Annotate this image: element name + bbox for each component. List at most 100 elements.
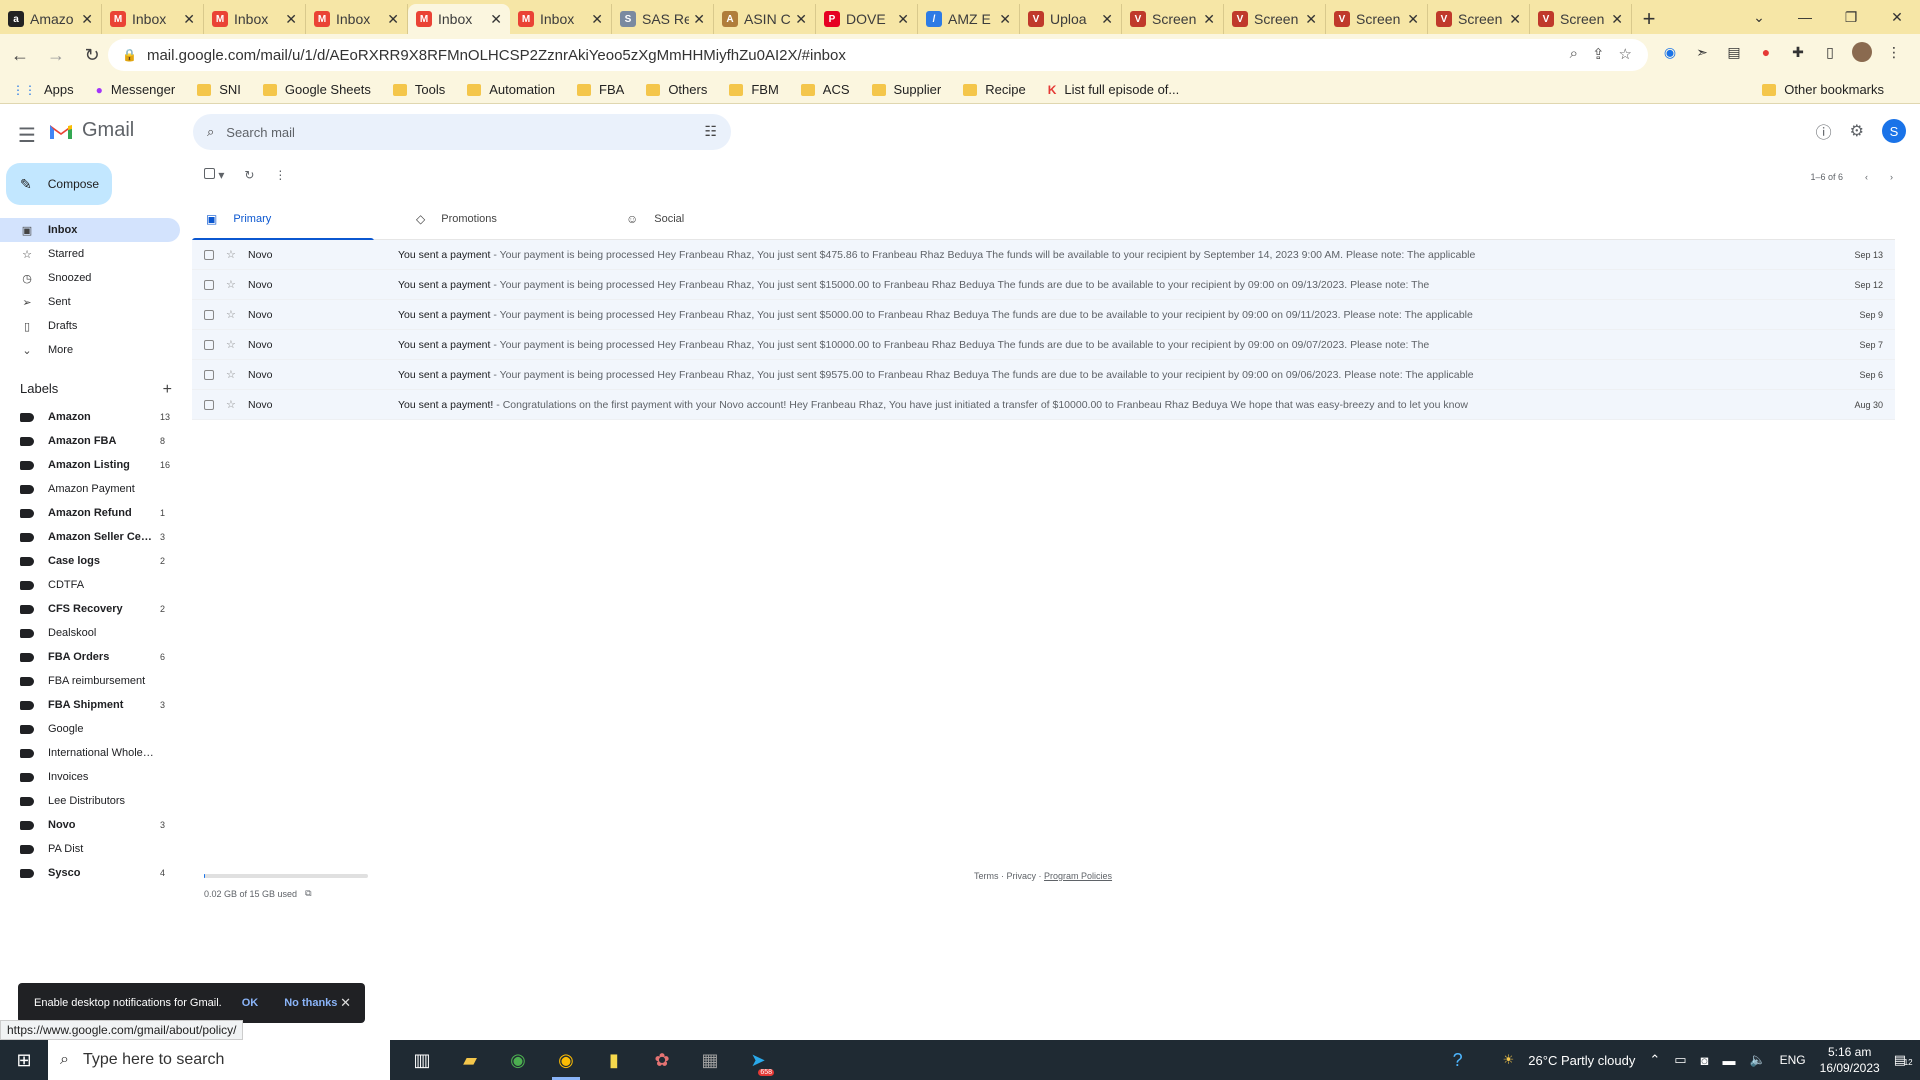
program-policies-link[interactable]: Program Policies	[1044, 871, 1112, 881]
main-menu-icon[interactable]: ☰	[18, 123, 36, 148]
reload-button[interactable]: ↻	[76, 39, 108, 71]
label-item[interactable]: Amazon Seller Cen... 3	[0, 525, 180, 549]
bookmark-folder[interactable]: Others	[646, 82, 707, 97]
close-tab-icon[interactable]: ✕	[1203, 11, 1215, 28]
browser-tab[interactable]: V Screen ✕	[1428, 4, 1530, 34]
row-checkbox[interactable]	[204, 279, 214, 290]
label-item[interactable]: Amazon Refund 1	[0, 501, 180, 525]
browser-tab[interactable]: V Uploa ✕	[1020, 4, 1122, 34]
extension-opera-icon[interactable]: ●	[1756, 42, 1776, 62]
nav-item-snoozed[interactable]: ◷ Snoozed	[0, 266, 180, 290]
notification-center-icon[interactable]: ▤ 12	[1894, 1052, 1913, 1068]
browser-tab[interactable]: M Inbox ✕	[510, 4, 612, 34]
row-checkbox[interactable]	[204, 309, 214, 320]
chevron-up-icon[interactable]: ⌃	[1649, 1052, 1660, 1068]
taskbar-search-input[interactable]: ⌕ Type here to search	[48, 1040, 390, 1080]
label-item[interactable]: Lee Distributors	[0, 789, 180, 813]
lock-icon[interactable]: 🔒	[122, 48, 137, 62]
bookmark-messenger[interactable]: ● Messenger	[96, 82, 176, 97]
back-button[interactable]: ←	[4, 39, 36, 71]
close-tab-icon[interactable]: ✕	[1407, 11, 1419, 28]
label-item[interactable]: International Wholesale	[0, 741, 180, 765]
close-tab-icon[interactable]: ✕	[387, 11, 399, 28]
network-icon[interactable]: ▭	[1674, 1052, 1686, 1068]
close-window-button[interactable]: ✕	[1874, 0, 1920, 34]
label-item[interactable]: Invoices	[0, 765, 180, 789]
extension-globe-icon[interactable]: ◉	[1660, 42, 1680, 62]
bookmark-folder[interactable]: FBA	[577, 82, 624, 97]
label-item[interactable]: CFS Recovery 2	[0, 597, 180, 621]
address-bar[interactable]: 🔒 mail.google.com/mail/u/1/d/AEoRXRR9X8R…	[108, 39, 1648, 71]
compose-button[interactable]: ✎ Compose	[6, 163, 112, 205]
label-item[interactable]: Sysco 4	[0, 861, 180, 885]
label-item[interactable]: Google	[0, 717, 180, 741]
older-page-icon[interactable]: ›	[1890, 172, 1893, 182]
browser-tab[interactable]: P DOVE ✕	[816, 4, 918, 34]
row-checkbox[interactable]	[204, 399, 214, 410]
star-icon[interactable]: ☆	[226, 308, 236, 321]
browser-tab[interactable]: a Amazo ✕	[0, 4, 102, 34]
label-item[interactable]: Amazon FBA 8	[0, 429, 180, 453]
label-item[interactable]: Amazon Payment	[0, 477, 180, 501]
new-tab-button[interactable]: +	[1632, 4, 1666, 34]
browser-tab[interactable]: M Inbox ✕	[306, 4, 408, 34]
nav-item-sent[interactable]: ➢ Sent	[0, 290, 180, 314]
browser-menu-icon[interactable]: ⋮	[1884, 42, 1904, 62]
nav-item-inbox[interactable]: ▣ Inbox	[0, 218, 180, 242]
browser-tab[interactable]: V Screen ✕	[1326, 4, 1428, 34]
tab-primary[interactable]: ▣ Primary	[192, 198, 402, 241]
privacy-link[interactable]: Privacy	[1007, 871, 1037, 881]
extension-arrow-icon[interactable]: ➣	[1692, 42, 1712, 62]
search-options-icon[interactable]: ☷	[704, 123, 717, 140]
bookmark-star-icon[interactable]: ☆	[1619, 45, 1632, 63]
settings-gear-icon[interactable]: ⚙	[1850, 121, 1864, 141]
bookmark-apps[interactable]: ⋮⋮ Apps	[12, 82, 74, 97]
browser-tab[interactable]: M Inbox ✕	[102, 4, 204, 34]
search-icon[interactable]: ⌕	[207, 124, 214, 140]
open-external-icon[interactable]: ⧉	[305, 888, 311, 899]
label-item[interactable]: Dealskool	[0, 621, 180, 645]
label-item[interactable]: Case logs 2	[0, 549, 180, 573]
row-checkbox[interactable]	[204, 369, 214, 380]
minimize-button[interactable]: —	[1782, 0, 1828, 34]
close-tab-icon[interactable]: ✕	[795, 11, 807, 28]
bookmark-folder[interactable]: FBM	[729, 82, 779, 97]
tab-social[interactable]: ☺ Social	[612, 198, 822, 240]
close-tab-icon[interactable]: ✕	[81, 11, 93, 28]
row-checkbox[interactable]	[204, 249, 214, 260]
label-item[interactable]: FBA Orders 6	[0, 645, 180, 669]
task-view-icon[interactable]: ▥	[398, 1040, 446, 1080]
clock[interactable]: 5:16 am 16/09/2023	[1820, 1044, 1880, 1076]
other-bookmarks[interactable]: Other bookmarks	[1762, 82, 1884, 97]
browser-tab[interactable]: M Inbox ✕	[408, 4, 510, 34]
close-tab-icon[interactable]: ✕	[490, 11, 502, 28]
email-row[interactable]: ☆ Novo You sent a payment - Your payment i…	[192, 360, 1895, 390]
label-item[interactable]: Novo 3	[0, 813, 180, 837]
nav-item-starred[interactable]: ☆ Starred	[0, 242, 180, 266]
share-icon[interactable]: ⇪	[1592, 45, 1605, 63]
refresh-icon[interactable]: ↻	[244, 168, 254, 182]
close-tab-icon[interactable]: ✕	[591, 11, 603, 28]
newer-page-icon[interactable]: ‹	[1865, 172, 1868, 182]
weather-text[interactable]: 26°C Partly cloudy	[1528, 1053, 1635, 1068]
star-icon[interactable]: ☆	[226, 338, 236, 351]
star-icon[interactable]: ☆	[226, 248, 236, 261]
extensions-puzzle-icon[interactable]: ✚	[1788, 42, 1808, 62]
language-indicator[interactable]: ENG	[1780, 1053, 1806, 1067]
speaker-icon[interactable]: 🔈	[1749, 1052, 1765, 1068]
email-row[interactable]: ☆ Novo You sent a payment - Your payment i…	[192, 270, 1895, 300]
search-mail-input[interactable]: ⌕ Search mail ☷	[193, 114, 731, 150]
row-checkbox[interactable]	[204, 339, 214, 350]
camera-icon[interactable]: ◙	[1701, 1053, 1709, 1068]
account-avatar[interactable]: S	[1882, 119, 1906, 143]
email-row[interactable]: ☆ Novo You sent a payment - Your payment i…	[192, 300, 1895, 330]
close-icon[interactable]: ✕	[340, 995, 351, 1011]
extension-off-icon[interactable]: ▤	[1724, 42, 1744, 62]
close-tab-icon[interactable]: ✕	[1101, 11, 1113, 28]
browser-tab[interactable]: / AMZ E ✕	[918, 4, 1020, 34]
more-options-icon[interactable]: ⋮	[274, 168, 286, 182]
email-row[interactable]: ☆ Novo You sent a payment - Your payment i…	[192, 330, 1895, 360]
star-icon[interactable]: ☆	[226, 278, 236, 291]
browser-tab[interactable]: A ASIN C ✕	[714, 4, 816, 34]
bookmark-folder[interactable]: ACS	[800, 82, 850, 97]
